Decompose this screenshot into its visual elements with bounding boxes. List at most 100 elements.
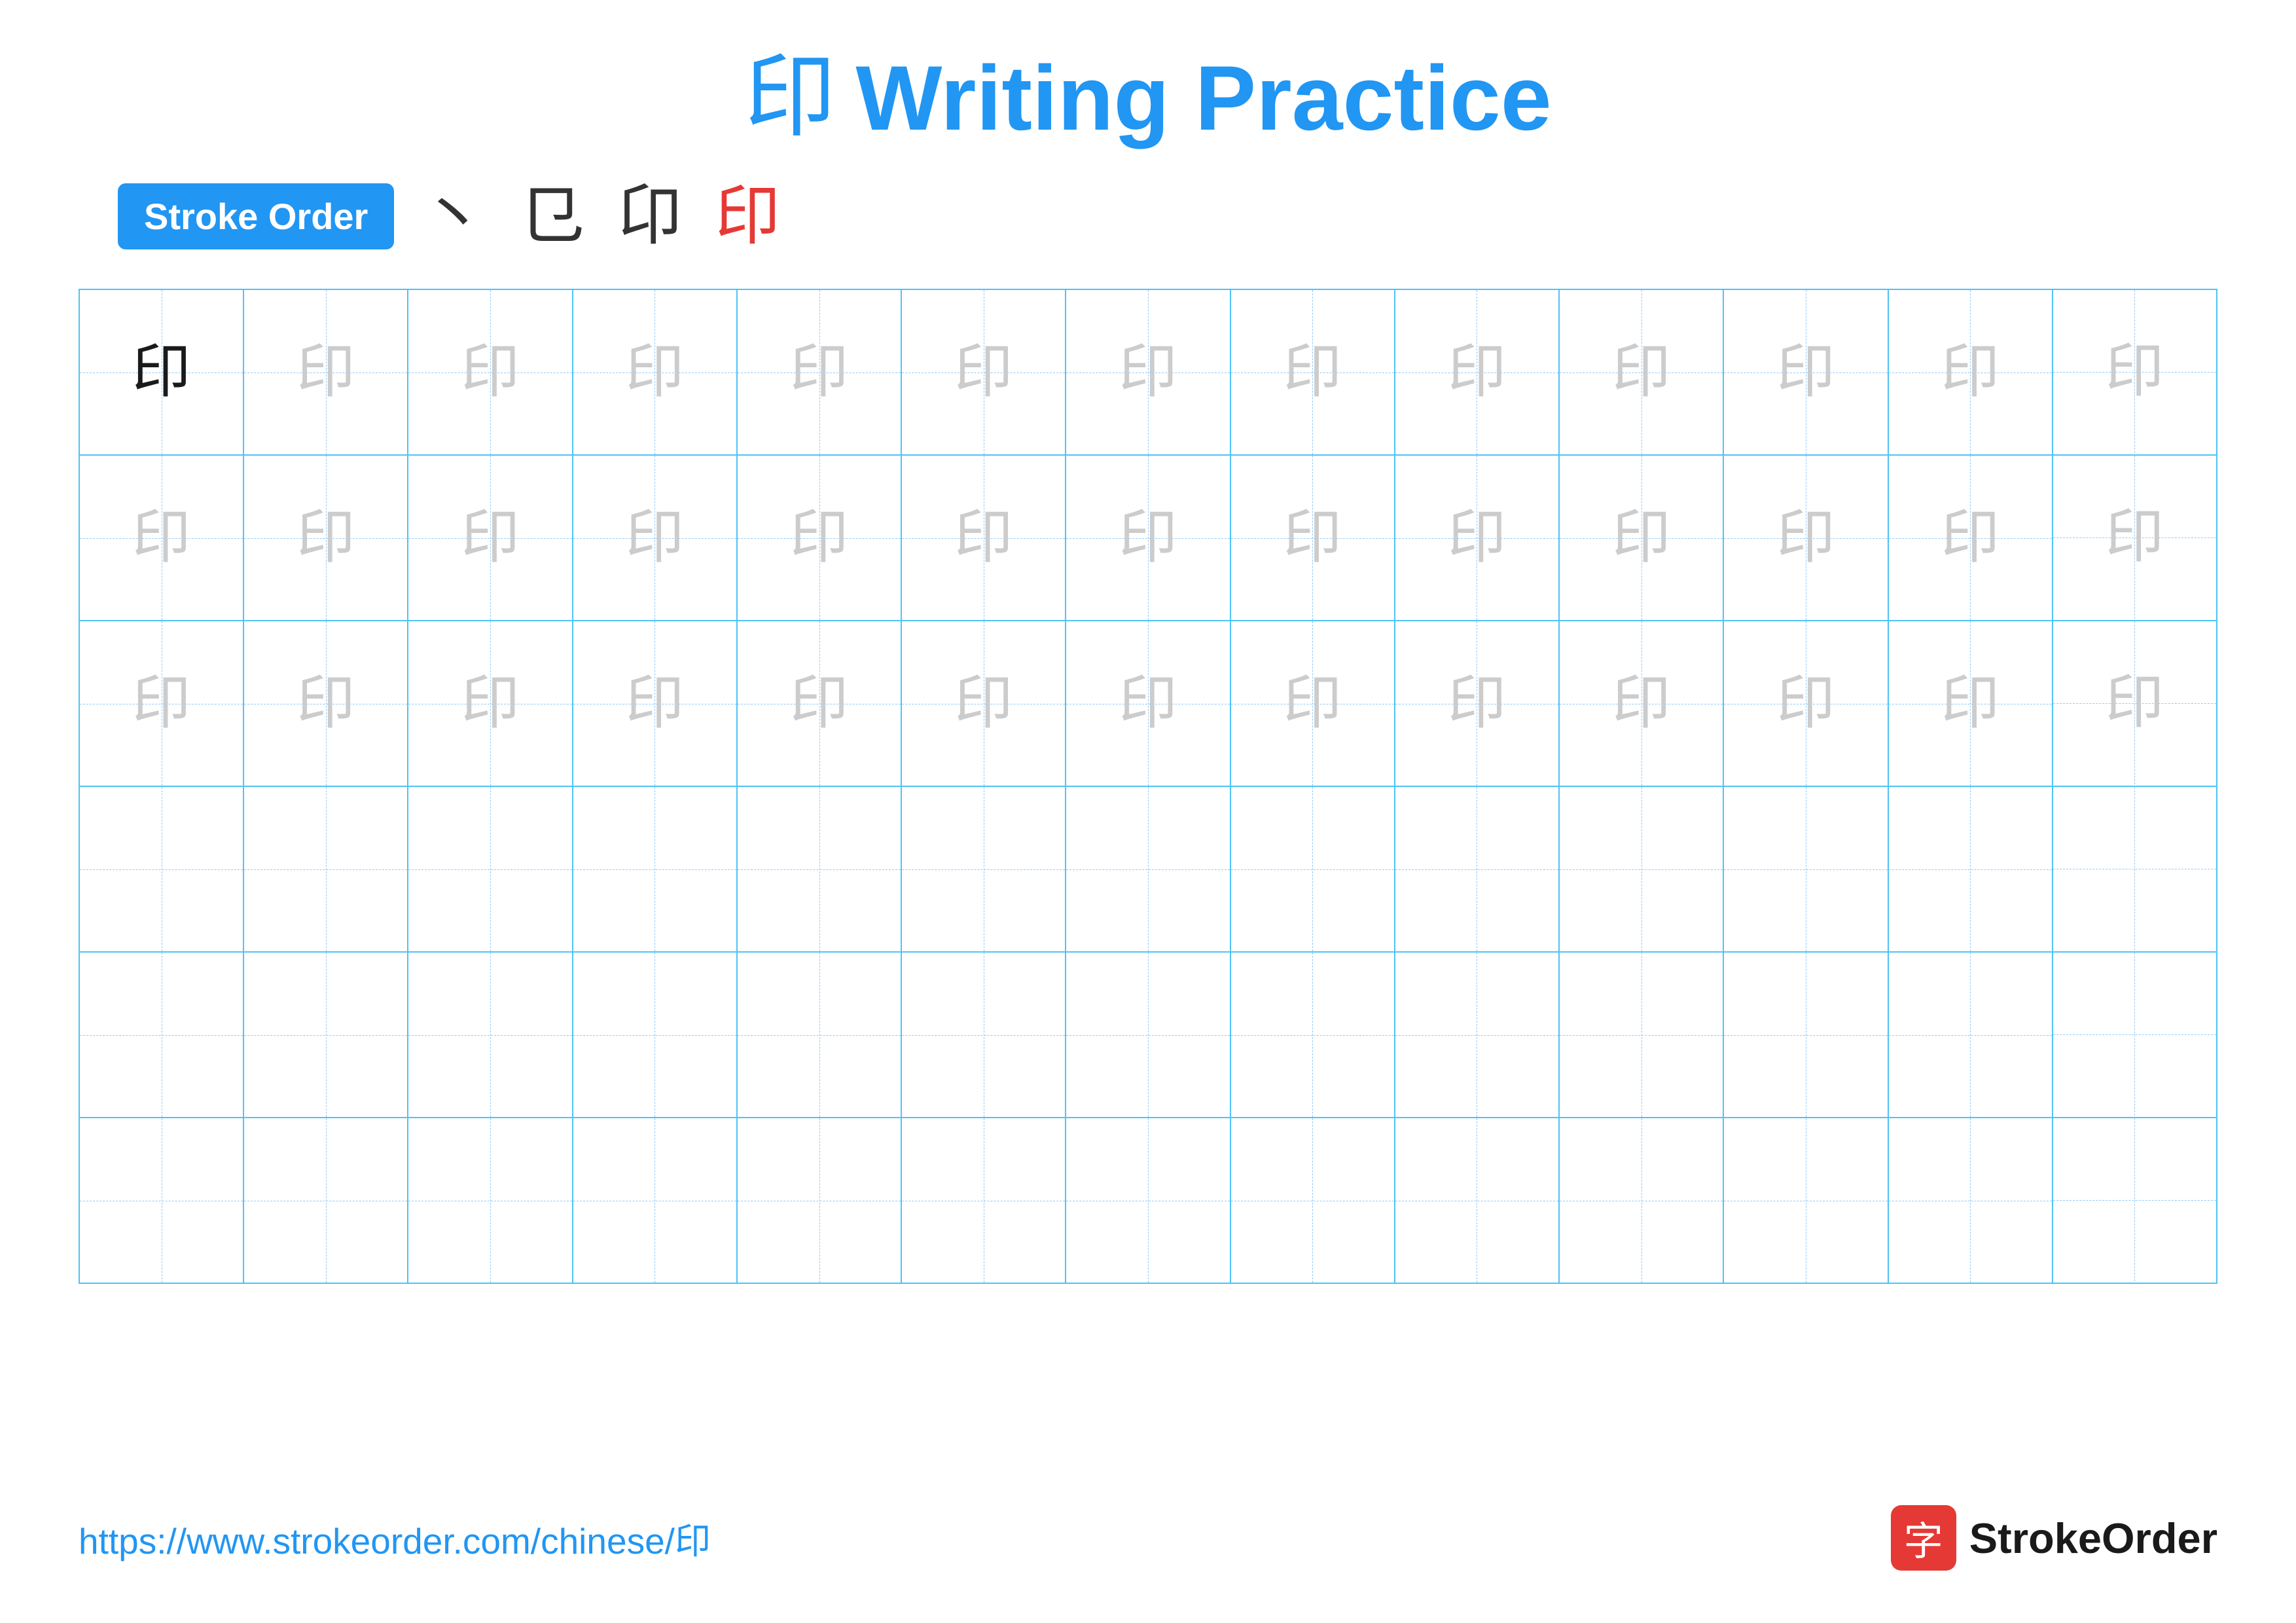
grid-cell-r1c6[interactable]: 印 xyxy=(902,290,1066,454)
grid-cell-r5c1[interactable] xyxy=(80,953,244,1117)
grid-cell-r3c5[interactable]: 印 xyxy=(738,621,902,786)
grid-cell-r1c13[interactable]: 印 xyxy=(2053,290,2216,453)
title-chinese-char: 印 xyxy=(744,52,836,144)
grid-cell-r6c9[interactable] xyxy=(1395,1118,1560,1283)
grid-cell-r4c5[interactable] xyxy=(738,787,902,951)
grid-cell-r4c2[interactable] xyxy=(244,787,408,951)
char-light: 印 xyxy=(1283,674,1342,733)
grid-cell-r6c6[interactable] xyxy=(902,1118,1066,1283)
grid-cell-r5c9[interactable] xyxy=(1395,953,1560,1117)
grid-cell-r4c4[interactable] xyxy=(573,787,738,951)
grid-cell-r6c12[interactable] xyxy=(1889,1118,2053,1283)
grid-cell-r3c2[interactable]: 印 xyxy=(244,621,408,786)
grid-cell-r6c7[interactable] xyxy=(1066,1118,1230,1283)
grid-cell-r3c12[interactable]: 印 xyxy=(1889,621,2053,786)
char-light: 印 xyxy=(2105,674,2164,733)
grid-cell-r5c12[interactable] xyxy=(1889,953,2053,1117)
grid-cell-r4c7[interactable] xyxy=(1066,787,1230,951)
grid-cell-r5c7[interactable] xyxy=(1066,953,1230,1117)
grid-cell-r6c8[interactable] xyxy=(1231,1118,1395,1283)
grid-cell-r6c5[interactable] xyxy=(738,1118,902,1283)
char-light: 印 xyxy=(2105,508,2164,567)
char-light: 印 xyxy=(1119,343,1177,402)
grid-cell-r6c10[interactable] xyxy=(1560,1118,1724,1283)
grid-cell-r5c10[interactable] xyxy=(1560,953,1724,1117)
strokeorder-logo-icon: 字 xyxy=(1891,1505,1956,1571)
grid-cell-r2c1[interactable]: 印 xyxy=(80,456,244,620)
grid-cell-r2c9[interactable]: 印 xyxy=(1395,456,1560,620)
grid-cell-r4c12[interactable] xyxy=(1889,787,2053,951)
grid-cell-r5c11[interactable] xyxy=(1724,953,1888,1117)
grid-cell-r5c13[interactable] xyxy=(2053,953,2216,1116)
char-light: 印 xyxy=(461,343,520,402)
char-light: 印 xyxy=(132,509,191,568)
grid-cell-r1c9[interactable]: 印 xyxy=(1395,290,1560,454)
grid-cell-r6c2[interactable] xyxy=(244,1118,408,1283)
char-light: 印 xyxy=(790,343,849,402)
grid-cell-r4c10[interactable] xyxy=(1560,787,1724,951)
grid-cell-r3c3[interactable]: 印 xyxy=(408,621,573,786)
grid-cell-r1c4[interactable]: 印 xyxy=(573,290,738,454)
grid-cell-r4c1[interactable] xyxy=(80,787,244,951)
grid-cell-r2c3[interactable]: 印 xyxy=(408,456,573,620)
grid-cell-r3c7[interactable]: 印 xyxy=(1066,621,1230,786)
grid-cell-r5c4[interactable] xyxy=(573,953,738,1117)
grid-cell-r3c6[interactable]: 印 xyxy=(902,621,1066,786)
char-light: 印 xyxy=(132,674,191,733)
grid-cell-r3c9[interactable]: 印 xyxy=(1395,621,1560,786)
char-light: 印 xyxy=(790,674,849,733)
grid-cell-r1c3[interactable]: 印 xyxy=(408,290,573,454)
grid-cell-r4c6[interactable] xyxy=(902,787,1066,951)
grid-cell-r3c1[interactable]: 印 xyxy=(80,621,244,786)
grid-cell-r2c7[interactable]: 印 xyxy=(1066,456,1230,620)
grid-row-4 xyxy=(80,787,2216,953)
grid-cell-r2c2[interactable]: 印 xyxy=(244,456,408,620)
grid-cell-r6c4[interactable] xyxy=(573,1118,738,1283)
grid-cell-r2c6[interactable]: 印 xyxy=(902,456,1066,620)
grid-cell-r4c11[interactable] xyxy=(1724,787,1888,951)
grid-cell-r2c4[interactable]: 印 xyxy=(573,456,738,620)
grid-cell-r1c5[interactable]: 印 xyxy=(738,290,902,454)
grid-cell-r3c13[interactable]: 印 xyxy=(2053,621,2216,784)
grid-cell-r1c2[interactable]: 印 xyxy=(244,290,408,454)
grid-cell-r2c13[interactable]: 印 xyxy=(2053,456,2216,619)
char-light: 印 xyxy=(625,674,684,733)
grid-cell-r1c10[interactable]: 印 xyxy=(1560,290,1724,454)
grid-cell-r4c8[interactable] xyxy=(1231,787,1395,951)
grid-cell-r1c7[interactable]: 印 xyxy=(1066,290,1230,454)
grid-cell-r6c3[interactable] xyxy=(408,1118,573,1283)
grid-cell-r5c5[interactable] xyxy=(738,953,902,1117)
grid-cell-r3c4[interactable]: 印 xyxy=(573,621,738,786)
char-light: 印 xyxy=(296,343,355,402)
grid-cell-r5c2[interactable] xyxy=(244,953,408,1117)
char-light: 印 xyxy=(1612,674,1671,733)
char-light: 印 xyxy=(1119,674,1177,733)
logo-name: StrokeOrder xyxy=(1969,1514,2217,1563)
grid-cell-r1c1[interactable]: 印 xyxy=(80,290,244,454)
grid-cell-r4c3[interactable] xyxy=(408,787,573,951)
grid-row-3: 印 印 印 印 印 印 印 印 印 印 印 印 印 xyxy=(80,621,2216,787)
grid-cell-r2c12[interactable]: 印 xyxy=(1889,456,2053,620)
grid-cell-r1c12[interactable]: 印 xyxy=(1889,290,2053,454)
grid-cell-r1c8[interactable]: 印 xyxy=(1231,290,1395,454)
footer-url[interactable]: https://www.strokeorder.com/chinese/印 xyxy=(79,1512,711,1564)
grid-cell-r3c8[interactable]: 印 xyxy=(1231,621,1395,786)
char-light: 印 xyxy=(954,343,1013,402)
grid-cell-r2c5[interactable]: 印 xyxy=(738,456,902,620)
grid-cell-r3c11[interactable]: 印 xyxy=(1724,621,1888,786)
grid-cell-r4c9[interactable] xyxy=(1395,787,1560,951)
grid-cell-r2c8[interactable]: 印 xyxy=(1231,456,1395,620)
grid-cell-r6c11[interactable] xyxy=(1724,1118,1888,1283)
stroke-sequence: 丶 㔾 卬 印 xyxy=(420,184,780,249)
stroke-step-4: 印 xyxy=(715,184,780,249)
grid-cell-r6c13[interactable] xyxy=(2053,1118,2216,1281)
grid-cell-r2c10[interactable]: 印 xyxy=(1560,456,1724,620)
grid-cell-r6c1[interactable] xyxy=(80,1118,244,1283)
grid-cell-r1c11[interactable]: 印 xyxy=(1724,290,1888,454)
grid-cell-r5c3[interactable] xyxy=(408,953,573,1117)
grid-cell-r5c6[interactable] xyxy=(902,953,1066,1117)
grid-cell-r5c8[interactable] xyxy=(1231,953,1395,1117)
grid-cell-r4c13[interactable] xyxy=(2053,787,2216,950)
grid-cell-r3c10[interactable]: 印 xyxy=(1560,621,1724,786)
grid-cell-r2c11[interactable]: 印 xyxy=(1724,456,1888,620)
